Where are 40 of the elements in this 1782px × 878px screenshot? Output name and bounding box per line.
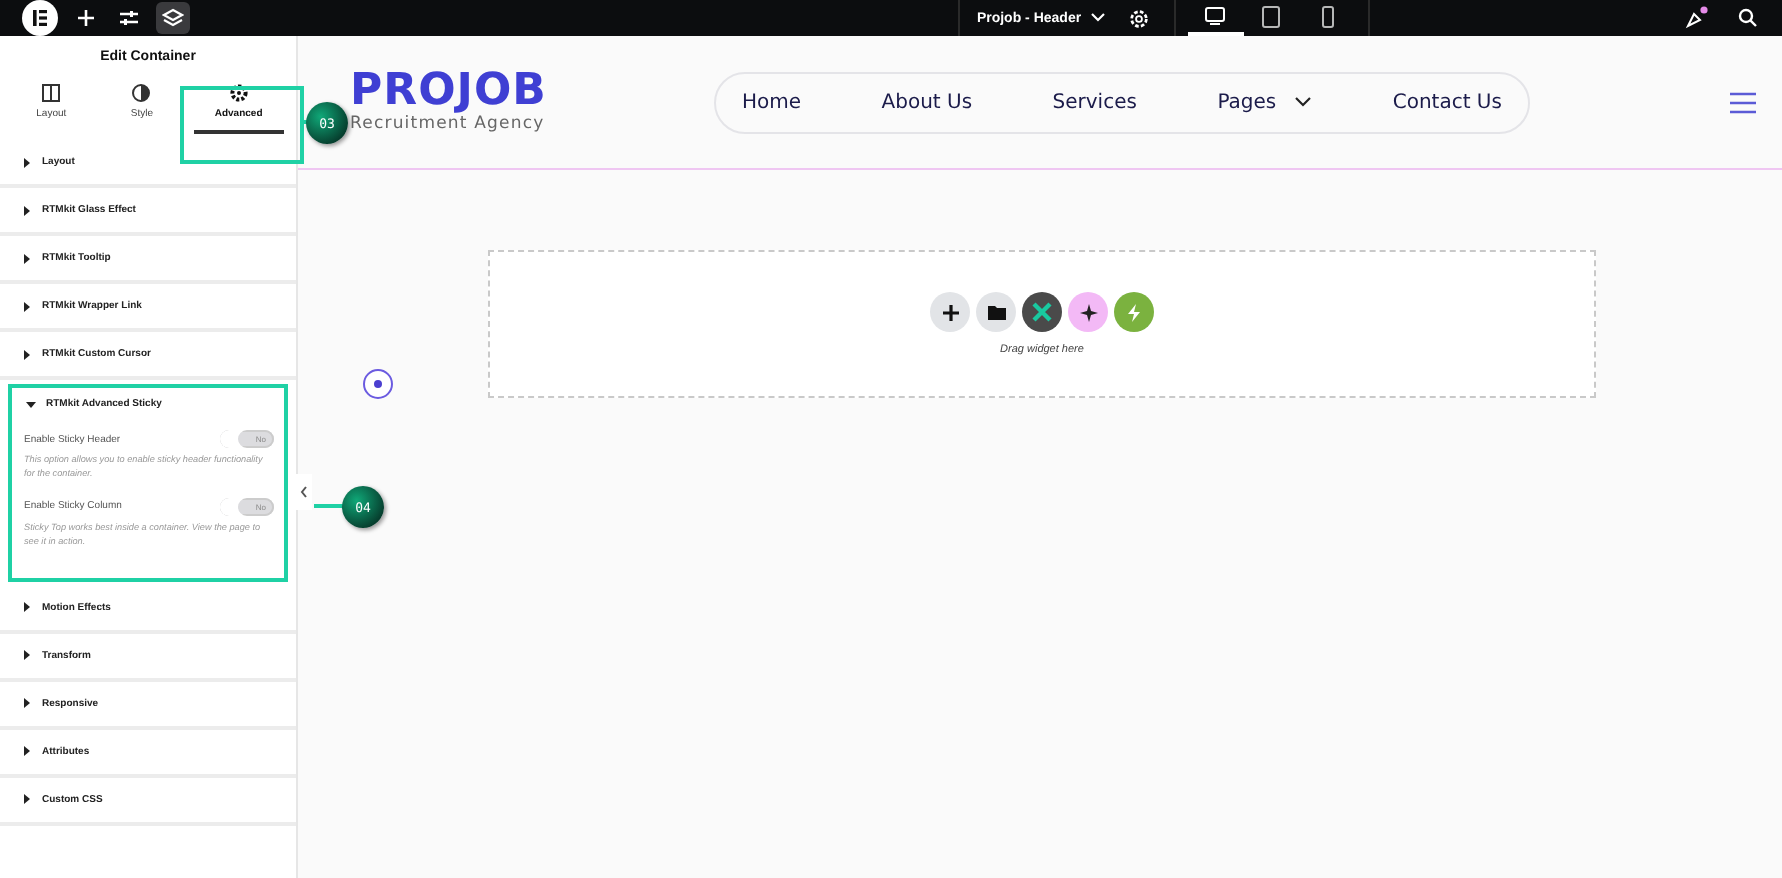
menu-icon[interactable]: [1730, 91, 1756, 113]
folder-icon[interactable]: [976, 292, 1016, 332]
contrast-icon: [132, 84, 151, 102]
nav-link[interactable]: About Us: [881, 91, 973, 113]
nav-link[interactable]: Services: [1052, 91, 1137, 113]
caret-icon: [1089, 12, 1106, 24]
caret-icon: [22, 301, 32, 311]
phone-icon: [1321, 5, 1334, 27]
add-icon[interactable]: [72, 4, 100, 32]
settings-icon: [229, 84, 248, 102]
layers-icon[interactable]: [156, 2, 190, 34]
caret-icon: [22, 698, 32, 709]
desktop-icon: [1204, 6, 1227, 26]
nav-link[interactable]: Contact Us: [1392, 91, 1502, 113]
highlight-frame: [180, 86, 304, 164]
caret-icon: [26, 399, 36, 409]
chevron-left-icon: [300, 486, 308, 498]
site-logo: PROJOB: [350, 70, 549, 114]
sparkle-icon[interactable]: [1068, 292, 1108, 332]
nav-link[interactable]: Pages: [1217, 91, 1313, 113]
target-icon: [362, 368, 394, 400]
add-icon[interactable]: [930, 292, 970, 332]
caret-icon: [22, 794, 32, 805]
caret-icon: [22, 746, 32, 757]
search-icon[interactable]: [1734, 4, 1762, 32]
caret-icon: [22, 157, 32, 167]
caret-icon: [22, 650, 32, 661]
columns-icon: [42, 84, 61, 102]
tablet-icon: [1262, 5, 1281, 27]
logo-tagline: Recruitment Agency: [350, 114, 547, 134]
caret-icon: [22, 205, 32, 215]
collapse-panel-button[interactable]: [296, 474, 312, 510]
caret-icon: [22, 349, 32, 359]
x-logo-icon[interactable]: [1022, 292, 1062, 332]
settings-icon[interactable]: [1125, 4, 1154, 32]
caret-icon: [22, 602, 32, 613]
elementor-logo-icon[interactable]: [22, 0, 58, 36]
leader-line: [314, 504, 346, 508]
nav-link[interactable]: Home: [742, 91, 802, 113]
caret-icon: [22, 253, 32, 263]
